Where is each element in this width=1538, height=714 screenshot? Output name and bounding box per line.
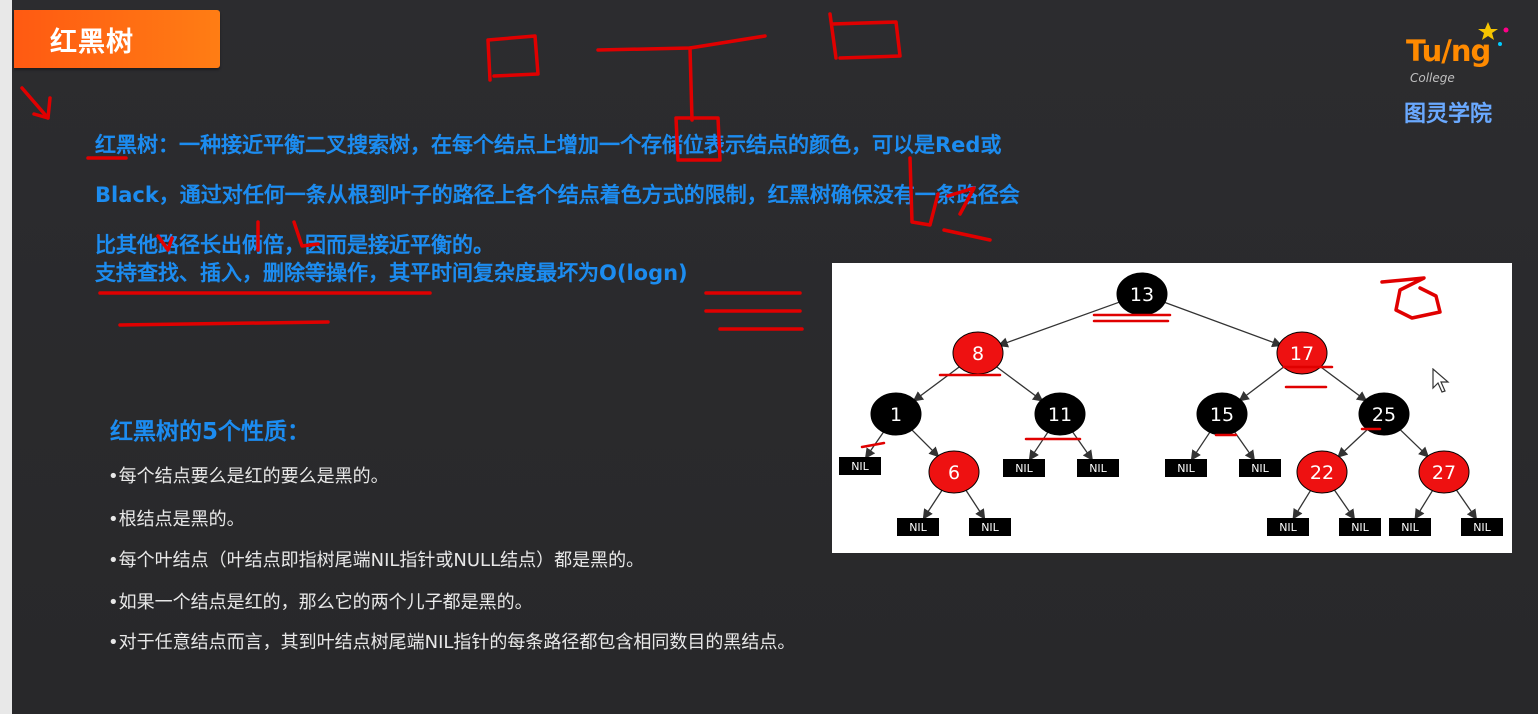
nil-label: NIL <box>1401 521 1419 534</box>
logo-stars-icon <box>1478 22 1509 46</box>
nil-label: NIL <box>1015 462 1033 475</box>
tree-node-label: 27 <box>1432 462 1456 484</box>
intro-line-2: Black，通过对任何一条从根到叶子的路径上各个结点着色方式的限制，红黑树确保没… <box>95 183 1020 207</box>
tree-edge <box>1292 490 1311 520</box>
tree-edge <box>1072 431 1093 461</box>
nil-label: NIL <box>1177 462 1195 475</box>
intro-text: 红黑树：一种接近平衡二叉搜索树，在每个结点上增加一个存储位表示结点的颜色，可以是… <box>95 120 1235 270</box>
nil-label: NIL <box>1251 462 1269 475</box>
page-title: 红黑树 <box>50 27 134 58</box>
tree-node-label: 25 <box>1372 404 1396 426</box>
nil-label: NIL <box>909 521 927 534</box>
tree-node-label: 11 <box>1048 404 1072 426</box>
nil-label: NIL <box>851 460 869 473</box>
tree-edge <box>965 490 986 520</box>
logo-sub: College <box>1410 71 1455 85</box>
tree-edge <box>1414 490 1433 520</box>
tree-edge <box>911 429 940 458</box>
property-item: •每个结点要么是红的要么是黑的。 <box>108 466 389 487</box>
nil-label: NIL <box>1089 462 1107 475</box>
tree-node-label: 1 <box>890 404 902 426</box>
tree-edge <box>1399 428 1430 458</box>
tree-node-label: 15 <box>1210 404 1234 426</box>
tree-node-label: 8 <box>972 343 984 365</box>
tree-edge <box>1234 431 1255 461</box>
support-text: 支持查找、插入，删除等操作，其平时间复杂度最坏为O(logn) <box>95 261 688 285</box>
tree-edge <box>922 490 943 520</box>
tree-edge <box>1028 431 1049 461</box>
tree-edge <box>1333 489 1356 520</box>
tree-edge <box>1319 365 1368 402</box>
tree-node-label: 17 <box>1290 343 1314 365</box>
tree-edge <box>1238 365 1285 402</box>
nil-label: NIL <box>1279 521 1297 534</box>
logo: Tu/ng College 图灵学院 <box>1400 22 1520 130</box>
property-item: •根结点是黑的。 <box>108 509 245 530</box>
tree-node-label: 13 <box>1130 284 1154 306</box>
tree-svg: 138 171 11 15 256 22 27NILNIL NILNIL NIL NIL NILNI… <box>839 272 1503 536</box>
intro-line-1: 红黑树：一种接近平衡二叉搜索树，在每个结点上增加一个存储位表示结点的颜色，可以是… <box>95 133 1002 157</box>
tree-edge <box>1190 431 1211 461</box>
nil-label: NIL <box>1473 521 1491 534</box>
property-item: •对于任意结点而言，其到叶结点树尾端NIL指针的每条路径都包含相同数目的黑结点。 <box>108 632 796 653</box>
property-item: •每个叶结点（叶结点即指树尾端NIL指针或NULL结点）都是黑的。 <box>108 550 645 571</box>
nil-label: NIL <box>1351 521 1369 534</box>
tree-node-label: 6 <box>948 462 960 484</box>
tree-edge <box>997 300 1122 348</box>
tree-edge <box>995 365 1044 402</box>
window-left-edge <box>0 0 12 714</box>
tree-diagram: 13 8 17 1 11 15 25 6 22 27 NIL NIL NIL NIL NIL NIL NIL NI… <box>832 263 1512 553</box>
nil-label: NIL <box>981 521 999 534</box>
tree-node-label: 22 <box>1310 462 1334 484</box>
tree-edge <box>1337 428 1369 458</box>
tree-edge <box>1455 489 1478 520</box>
mouse-cursor-icon <box>1432 368 1450 393</box>
logo-cn: 图灵学院 <box>1404 102 1493 127</box>
property-item: •如果一个结点是红的，那么它的两个儿子都是黑的。 <box>108 592 533 613</box>
properties-title: 红黑树的5个性质： <box>110 419 311 445</box>
tree-edge <box>912 365 961 402</box>
tree-edge <box>1162 301 1283 348</box>
